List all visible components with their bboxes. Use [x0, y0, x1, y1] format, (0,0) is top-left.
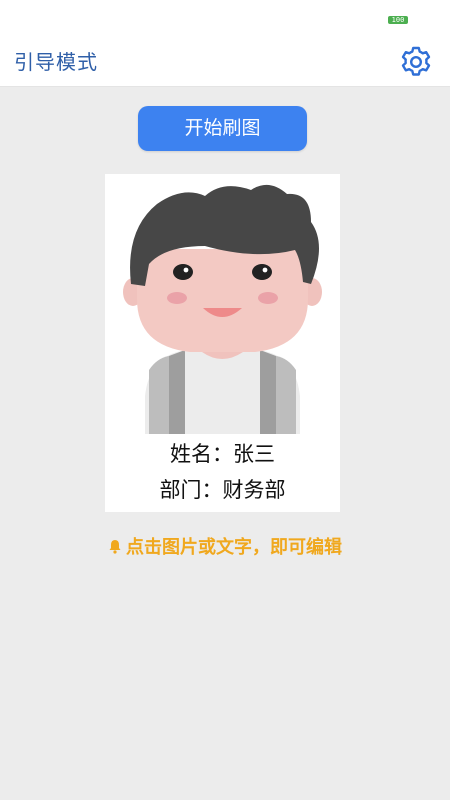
bell-icon [109, 540, 121, 554]
gear-icon [401, 46, 431, 76]
card-name-text[interactable]: 姓名：张三 [105, 438, 340, 468]
edit-hint: 点击图片或文字，即可编辑 [0, 533, 450, 559]
badge-card: 姓名：张三 部门：财务部 [105, 174, 340, 512]
battery-icon: 100 [388, 16, 408, 24]
status-bar: 100 [0, 0, 450, 36]
hint-text: 点击图片或文字，即可编辑 [126, 537, 342, 558]
start-button[interactable]: 开始刷图 [138, 106, 307, 151]
main-content: 开始刷图 姓名：张三 部门：财务部 点击图片或文字，即可编辑 [0, 87, 450, 800]
card-dept-text[interactable]: 部门：财务部 [105, 474, 340, 504]
app-bar: 引导模式 [0, 36, 450, 87]
page-title: 引导模式 [14, 50, 98, 74]
avatar[interactable] [105, 174, 340, 434]
settings-button[interactable] [398, 44, 434, 80]
